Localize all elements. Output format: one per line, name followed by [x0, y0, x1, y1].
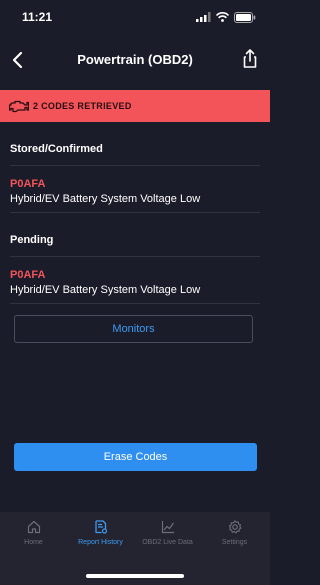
share-icon: [243, 49, 257, 68]
wifi-icon: [216, 12, 229, 22]
monitors-button[interactable]: Monitors: [14, 315, 253, 343]
codes-retrieved-banner: 2 CODES RETRIEVED: [0, 90, 270, 122]
dtc-code: P0AFA: [10, 178, 46, 190]
signal-icon: [196, 12, 211, 22]
home-icon: [27, 520, 40, 534]
dtc-description: Hybrid/EV Battery System Voltage Low: [10, 284, 201, 296]
home-indicator: [86, 574, 184, 578]
share-button[interactable]: [238, 47, 262, 71]
status-time: 11:21: [22, 10, 53, 24]
status-icons: [196, 11, 256, 23]
tab-label: Report History: [78, 539, 123, 546]
engine-icon: [9, 100, 29, 113]
tab-label: Settings: [221, 539, 248, 546]
codes-list: Stored/Confirmed P0AFA Hybrid/EV Battery…: [10, 122, 260, 304]
gear-icon: [228, 520, 241, 534]
dtc-description: Hybrid/EV Battery System Voltage Low: [10, 193, 201, 205]
tab-label: OBD2 Live Data: [142, 539, 193, 546]
codes-count-text: 2 CODES RETRIEVED: [33, 101, 132, 111]
status-bar: 11:21: [0, 0, 270, 34]
tab-obd2-live-data[interactable]: OBD2 Live Data: [134, 520, 201, 546]
tab-report-history[interactable]: Report History: [67, 520, 134, 546]
report-icon: [94, 520, 107, 534]
section-title-stored: Stored/Confirmed: [10, 122, 260, 166]
code-row[interactable]: P0AFA Hybrid/EV Battery System Voltage L…: [10, 166, 260, 213]
tab-settings[interactable]: Settings: [201, 520, 268, 546]
section-title-pending: Pending: [10, 213, 260, 257]
battery-icon: [234, 11, 256, 23]
page-title: Powertrain (OBD2): [77, 52, 193, 67]
dtc-code: P0AFA: [10, 269, 46, 281]
tab-home[interactable]: Home: [0, 520, 67, 546]
erase-codes-button[interactable]: Erase Codes: [14, 443, 257, 471]
navigation-bar: Powertrain (OBD2): [0, 40, 270, 80]
chart-icon: [161, 521, 174, 534]
code-row[interactable]: P0AFA Hybrid/EV Battery System Voltage L…: [10, 257, 260, 304]
tab-label: Home: [24, 539, 43, 546]
